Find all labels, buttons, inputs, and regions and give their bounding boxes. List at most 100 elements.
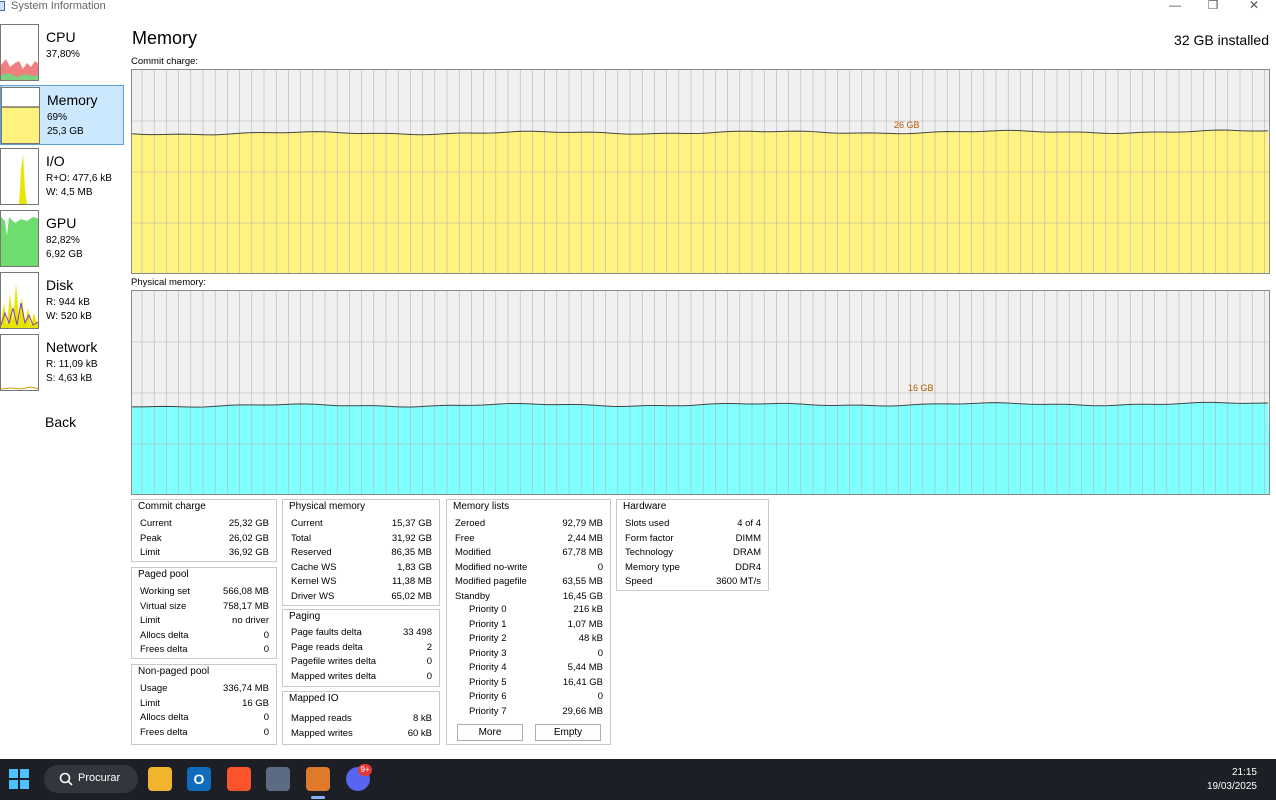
info-row-label: Allocs delta	[140, 712, 189, 723]
info-row-label: Frees delta	[140, 726, 188, 738]
info-row: Pagefile writes delta 0	[283, 655, 439, 669]
info-row-value: 60 kB	[407, 727, 432, 739]
non-paged-pool-panel: Non-paged pool Usage 336,74 MB Limit 16 GB A…	[131, 664, 277, 745]
minimize-button[interactable]: —	[1160, 0, 1190, 12]
info-row: Priority 1 1,07 MB	[447, 618, 610, 632]
info-row-label: Priority 5	[469, 676, 507, 688]
taskbar-clock[interactable]: 21:15 19/03/2025	[1207, 766, 1257, 794]
app-icon	[0, 1, 5, 11]
sidebar-item-disk[interactable]: Disk R: 944 kB W: 520 kB	[0, 271, 124, 331]
info-row-value: 25,32 GB	[228, 518, 269, 529]
graph-area	[132, 130, 1269, 273]
empty-button[interactable]: Empty	[535, 724, 601, 741]
commit-charge-graph: 26 GB	[131, 69, 1270, 274]
maximize-button[interactable]: ❐	[1198, 0, 1228, 12]
info-row-label: Priority 1	[469, 618, 507, 630]
brave-browser-icon[interactable]	[227, 767, 251, 791]
app-icon-active[interactable]	[306, 767, 330, 791]
close-button[interactable]: ✕	[1239, 0, 1269, 12]
info-row-value: 16,45 GB	[562, 590, 603, 602]
paged-pool-panel: Paged pool Working set 566,08 MB Virtual s…	[131, 567, 277, 659]
cpu-thumbnail-graph	[0, 24, 39, 81]
info-row: Current 15,37 GB	[283, 517, 439, 531]
info-row-label: Peak	[140, 532, 162, 544]
info-row-value: 26,02 GB	[228, 532, 269, 544]
windows-start-icon[interactable]	[7, 767, 31, 791]
info-row-value: 86,35 MB	[391, 547, 432, 558]
info-row: Priority 2 48 kB	[447, 632, 610, 646]
info-row: Cache WS 1,83 GB	[283, 561, 439, 575]
info-row-value: DIMM	[735, 532, 761, 544]
info-row-value: 0	[263, 712, 269, 723]
sidebar-item-network[interactable]: Network R: 11,09 kB S: 4,63 kB	[0, 333, 124, 393]
info-row-value: 48 kB	[578, 633, 603, 644]
hardware-panel: Hardware Slots used 4 of 4 Form factor DIMM…	[616, 499, 769, 591]
taskbar-search[interactable]: Procurar	[44, 765, 138, 793]
physical-memory-graph: 16 GB	[131, 290, 1270, 495]
info-row: Page faults delta 33 498	[283, 626, 439, 640]
info-row-value: 0	[597, 691, 603, 702]
info-row-value: 2	[426, 641, 432, 653]
info-row: Technology DRAM	[617, 546, 768, 560]
sidebar-item-cpu[interactable]: CPU 37,80%	[0, 23, 124, 83]
clock-time: 21:15	[1231, 767, 1257, 778]
back-link[interactable]: Back	[45, 414, 76, 430]
info-row-label: Current	[291, 518, 323, 529]
io-thumbnail-graph	[0, 148, 39, 205]
info-row-value: 0	[263, 726, 269, 738]
info-row: Memory type DDR4	[617, 561, 768, 575]
paging-panel: Paging Page faults delta 33 498 Page reads…	[282, 609, 440, 687]
outlook-icon[interactable]: O	[187, 767, 211, 791]
info-row-value: DDR4	[735, 561, 761, 573]
discord-notification-badge: 9+	[358, 764, 372, 776]
info-row-value: 0	[597, 561, 603, 573]
info-row-label: Slots used	[625, 518, 670, 529]
info-row: Allocs delta 0	[132, 629, 276, 643]
info-row: Mapped reads 8 kB	[283, 712, 439, 726]
sidebar-item-gpu[interactable]: GPU 82,82% 6,92 GB	[0, 209, 124, 269]
sidebar-item-memory[interactable]: Memory 69% 25,3 GB	[0, 85, 124, 145]
info-row-value: 0	[426, 656, 432, 667]
info-row-label: Mapped reads	[291, 713, 352, 724]
info-row: Usage 336,74 MB	[132, 682, 276, 696]
info-row-label: Limit	[140, 547, 161, 558]
info-row: Priority 4 5,44 MB	[447, 661, 610, 675]
info-row-label: Memory type	[625, 561, 680, 573]
info-row-label: Speed	[625, 576, 653, 587]
info-row-value: DRAM	[733, 547, 761, 558]
info-row-value: 67,78 MB	[562, 547, 603, 558]
info-row: Standby 16,45 GB	[447, 590, 610, 604]
gpu-thumbnail-graph	[0, 210, 39, 267]
info-row-label: Limit	[140, 697, 161, 709]
info-row: Total 31,92 GB	[283, 532, 439, 546]
file-explorer-icon[interactable]	[148, 767, 172, 791]
system-information-icon[interactable]	[266, 767, 290, 791]
info-row-label: Kernel WS	[291, 576, 337, 587]
info-row-label: Allocs delta	[140, 629, 189, 641]
info-row-label: Priority 0	[469, 604, 507, 615]
info-row-label: Reserved	[291, 547, 332, 558]
info-row-value: 16,41 GB	[562, 676, 603, 688]
page-title: Memory	[132, 28, 198, 48]
info-row-value: 0	[263, 629, 269, 641]
commit-charge-panel: Commit charge Current 25,32 GB Peak 26,02 G…	[131, 499, 277, 562]
info-row: Current 25,32 GB	[132, 517, 276, 531]
info-row: Frees delta 0	[132, 643, 276, 657]
network-thumbnail-graph	[0, 334, 39, 391]
info-row: Driver WS 65,02 MB	[283, 590, 439, 604]
info-row-value: 216 kB	[573, 604, 603, 615]
info-row: Virtual size 758,17 MB	[132, 600, 276, 614]
sidebar-item-io[interactable]: I/O R+O: 477,6 kB W: 4,5 MB	[0, 147, 124, 207]
info-row-label: Pagefile writes delta	[291, 656, 377, 667]
active-app-indicator	[311, 796, 325, 799]
commit-graph-marker: 26 GB	[894, 120, 920, 130]
info-row-label: Free	[455, 532, 475, 544]
info-row-label: Page reads delta	[291, 641, 363, 653]
info-row-label: Modified no-write	[455, 561, 528, 573]
more-button[interactable]: More	[457, 724, 523, 741]
info-row: Form factor DIMM	[617, 532, 768, 546]
info-row-label: Working set	[140, 586, 190, 597]
info-row: Mapped writes 60 kB	[283, 727, 439, 741]
info-row: Zeroed 92,79 MB	[447, 517, 610, 531]
info-row-value: 0	[597, 647, 603, 659]
